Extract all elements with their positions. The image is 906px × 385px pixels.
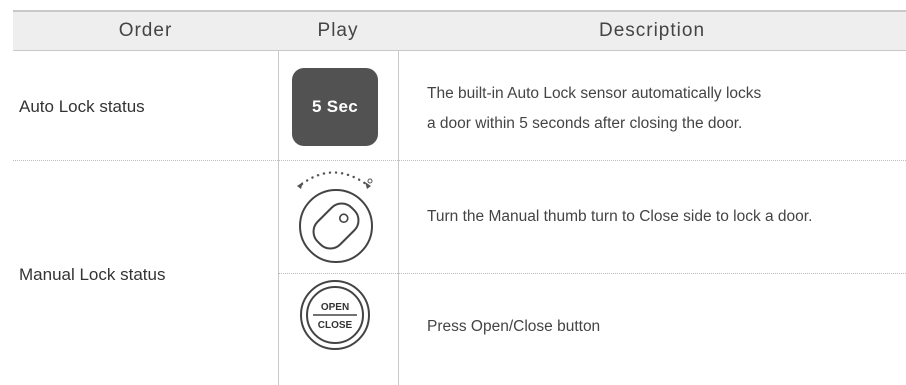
auto-lock-description-line-2: a door within 5 seconds after closing th… — [427, 115, 743, 132]
auto-lock-description-line-1: The built-in Auto Lock sensor automatica… — [427, 85, 762, 102]
table-header: Order Play Description — [13, 12, 906, 51]
auto-lock-status-label: Auto Lock status — [19, 97, 145, 116]
open-close-description: Press Open/Close button — [427, 318, 601, 335]
column-divider-order-play — [278, 50, 279, 385]
header-description: Description — [598, 20, 706, 41]
column-divider-play-description — [398, 50, 399, 385]
open-close-button-icon: OPEN CLOSE — [298, 278, 372, 352]
open-label: OPEN — [321, 302, 349, 313]
row-separator-auto-manual — [13, 160, 906, 161]
thumb-turn-description: Turn the Manual thumb turn to Close side… — [427, 208, 813, 225]
manual-lock-status-label: Manual Lock status — [19, 265, 166, 284]
header-order: Order — [118, 20, 173, 41]
close-label: CLOSE — [318, 320, 353, 331]
thumb-turn-icon — [288, 163, 378, 267]
five-sec-badge: 5 Sec — [292, 68, 378, 146]
row-separator-thumb-button — [278, 273, 906, 274]
header-play: Play — [317, 20, 359, 41]
